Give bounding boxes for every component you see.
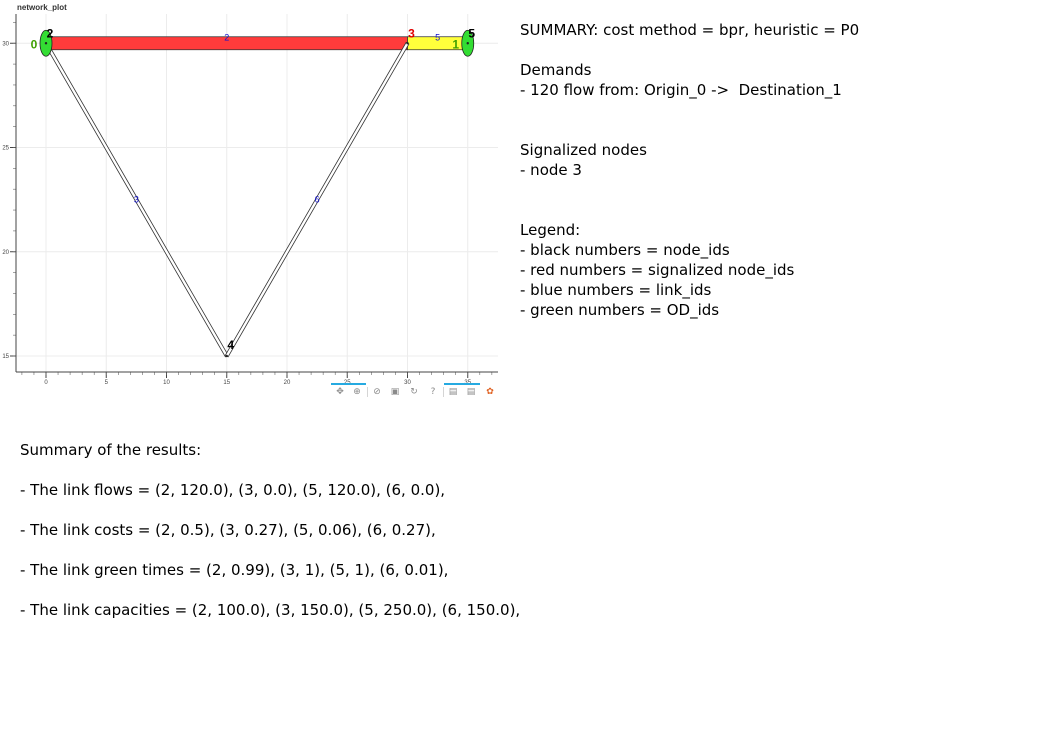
node-label: 3 xyxy=(408,26,415,40)
legend-item: - red numbers = signalized node_ids xyxy=(520,261,795,279)
node-label: 5 xyxy=(468,26,475,40)
y-tick-label: 30 xyxy=(2,41,9,47)
node-dot xyxy=(466,42,469,45)
node-label: 2 xyxy=(47,26,54,40)
x-tick-label: 15 xyxy=(223,380,230,386)
plot-toolbar: ✥ ⊕ ⊘ ▣ ↻ ? ▤ ▤ ✿ xyxy=(330,383,500,401)
legend-item: - green numbers = OD_ids xyxy=(520,301,720,319)
link-label: 5 xyxy=(435,32,440,42)
x-tick-label: 20 xyxy=(284,380,291,386)
help-icon[interactable]: ? xyxy=(426,385,440,399)
od-label: 0 xyxy=(31,37,38,51)
link-label: 6 xyxy=(315,195,320,205)
plot-area xyxy=(16,14,498,372)
signalized-item: - node 3 xyxy=(520,161,582,179)
link-flows: - The link flows = (2, 120.0), (3, 0.0),… xyxy=(20,481,446,499)
link-label: 3 xyxy=(134,195,139,205)
y-tick-label: 25 xyxy=(2,146,9,152)
node-label: 4 xyxy=(227,338,234,352)
box-zoom-icon[interactable]: ⊕ xyxy=(348,383,366,399)
wheel-zoom-icon[interactable]: ⊘ xyxy=(370,385,384,399)
legend-item: - blue numbers = link_ids xyxy=(520,281,712,299)
hover2-icon[interactable]: ▤ xyxy=(462,383,480,399)
x-tick-label: 10 xyxy=(163,380,170,386)
summary-panel: SUMMARY: cost method = bpr, heuristic = … xyxy=(520,20,859,320)
link-costs: - The link costs = (2, 0.5), (3, 0.27), … xyxy=(20,521,436,539)
save-icon[interactable]: ▣ xyxy=(388,385,402,399)
reset-icon[interactable]: ↻ xyxy=(407,385,421,399)
y-tick-label: 15 xyxy=(2,354,9,360)
results-panel: Summary of the results: - The link flows… xyxy=(20,440,520,620)
x-tick-label: 5 xyxy=(105,380,109,386)
bokeh-logo-icon[interactable]: ✿ xyxy=(483,385,497,399)
hover-icon[interactable]: ▤ xyxy=(444,383,462,399)
legend-item: - black numbers = node_ids xyxy=(520,241,730,259)
x-tick-label: 0 xyxy=(44,380,48,386)
node-dot xyxy=(406,42,409,45)
toolbar-separator xyxy=(443,387,444,397)
signalized-title: Signalized nodes xyxy=(520,141,647,159)
toolbar-separator xyxy=(367,387,368,397)
link-capacities: - The link capacities = (2, 100.0), (3, … xyxy=(20,601,521,619)
node-dot xyxy=(225,354,228,358)
demand-item: - 120 flow from: Origin_0 -> Destination… xyxy=(520,81,842,99)
link-green-times: - The link green times = (2, 0.99), (3, … xyxy=(20,561,449,579)
y-tick-label: 20 xyxy=(2,250,9,256)
summary-header: SUMMARY: cost method = bpr, heuristic = … xyxy=(520,21,860,39)
link-label: 2 xyxy=(224,32,229,42)
legend-title: Legend: xyxy=(520,221,581,239)
od-label: 1 xyxy=(452,37,459,51)
network-plot[interactable]: 0 5 10 15 20 25 30 3530252015 2 53 62 3450 1 xyxy=(0,0,510,400)
node-dot xyxy=(44,42,48,45)
results-title: Summary of the results: xyxy=(20,441,202,459)
demands-title: Demands xyxy=(520,61,592,79)
pan-icon[interactable]: ✥ xyxy=(331,383,349,399)
